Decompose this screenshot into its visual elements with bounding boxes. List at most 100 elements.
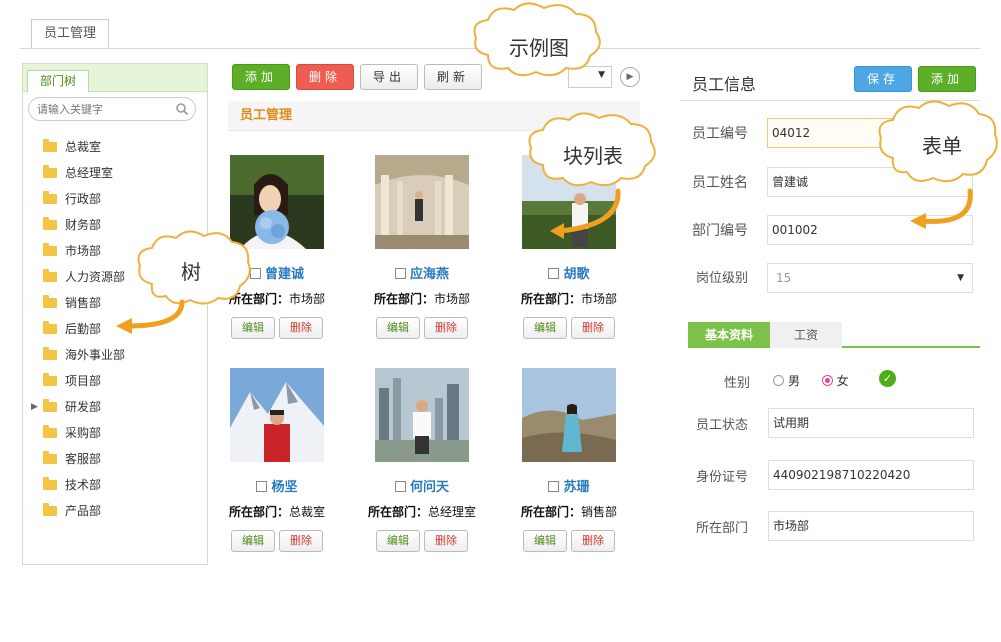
folder-icon: [43, 373, 57, 386]
dept-label: 所在部门：: [520, 505, 581, 519]
search-icon[interactable]: [175, 102, 189, 116]
tree-header: 部门树: [23, 64, 207, 92]
tree-item-dept[interactable]: 产品部: [23, 498, 207, 524]
edit-button[interactable]: 编辑: [376, 530, 420, 552]
employee-card[interactable]: 杨坚 所在部门：总裁室 编辑 删除: [212, 368, 342, 568]
tree-item-dept[interactable]: 行政部: [23, 186, 207, 212]
callout-tree-text: 树: [181, 260, 201, 284]
gender-male-label: 男: [788, 374, 801, 388]
tree-item-dept[interactable]: 采购部: [23, 420, 207, 446]
id-card-field[interactable]: 440902198710220420: [768, 460, 974, 490]
folder-icon: [43, 217, 57, 230]
tree-search-input[interactable]: [28, 97, 196, 121]
folder-icon: [43, 425, 57, 438]
tree-item-label: 项目部: [65, 374, 102, 388]
select-checkbox[interactable]: [256, 481, 268, 492]
tree-item-label: 市场部: [65, 244, 102, 258]
tree-item-dept[interactable]: 总裁室: [23, 134, 207, 160]
folder-icon: [43, 165, 57, 178]
tree-item-dept[interactable]: 技术部: [23, 472, 207, 498]
employee-name[interactable]: 杨坚: [271, 480, 297, 495]
folder-icon: [43, 347, 57, 360]
form-title: 员工信息: [692, 75, 757, 94]
tree-item-label: 财务部: [65, 218, 102, 232]
gender-label: 性别: [724, 376, 751, 391]
gender-male-radio[interactable]: [773, 375, 784, 386]
tree-item-label: 行政部: [65, 192, 102, 206]
gender-radio-group: 男 女: [773, 372, 849, 389]
post-level-select[interactable]: 15 ▼: [767, 263, 973, 293]
tree-item-dept[interactable]: 客服部: [23, 446, 207, 472]
form-add-button[interactable]: 添加: [918, 66, 976, 92]
save-button[interactable]: 保存: [854, 66, 912, 92]
select-checkbox[interactable]: [394, 481, 406, 492]
callout-block-list-text: 块列表: [563, 144, 623, 168]
tree-item-dept[interactable]: 总经理室: [23, 160, 207, 186]
delete-card-button[interactable]: 删除: [279, 530, 323, 552]
tab-department-tree[interactable]: 部门树: [27, 70, 89, 92]
export-button[interactable]: 导出: [360, 64, 418, 90]
tree-item-dept[interactable]: 项目部: [23, 368, 207, 394]
tab-basic-info[interactable]: 基本资料: [688, 322, 770, 348]
select-checkbox[interactable]: [548, 481, 560, 492]
gender-female-radio[interactable]: [821, 375, 833, 386]
post-level-value: 15: [776, 271, 792, 285]
delete-card-button[interactable]: 删除: [571, 530, 615, 552]
employee-name[interactable]: 苏珊: [563, 480, 589, 495]
delete-card-button[interactable]: 删除: [424, 317, 468, 339]
select-checkbox[interactable]: [394, 268, 406, 279]
edit-button[interactable]: 编辑: [523, 530, 567, 552]
employee-photo: [522, 368, 616, 462]
delete-button[interactable]: 删除: [296, 64, 354, 90]
dept-field[interactable]: 市场部: [768, 511, 974, 541]
employee-card[interactable]: 应海燕 所在部门：市场部 编辑 删除: [357, 155, 487, 355]
employee-photo: [375, 368, 469, 462]
delete-card-button[interactable]: 删除: [571, 317, 615, 339]
edit-button[interactable]: 编辑: [231, 317, 275, 339]
tree-item-label: 采购部: [65, 426, 102, 440]
employee-name[interactable]: 胡歌: [563, 267, 589, 282]
tree-item-label: 产品部: [65, 504, 102, 518]
emp-no-label: 员工编号: [692, 126, 748, 142]
callout-arrow-icon: [910, 188, 973, 229]
edit-button[interactable]: 编辑: [523, 317, 567, 339]
tree-item-label: 总经理室: [65, 166, 114, 180]
tree-item-label: 销售部: [65, 296, 102, 310]
employee-dept: 市场部: [581, 292, 618, 306]
select-checkbox[interactable]: [548, 268, 560, 279]
employee-dept: 销售部: [581, 505, 618, 519]
add-button[interactable]: 添加: [232, 64, 290, 90]
employee-card[interactable]: 苏珊 所在部门：销售部 编辑 删除: [504, 368, 634, 568]
folder-icon: [43, 477, 57, 490]
employee-dept: 总裁室: [289, 505, 326, 519]
employee-dept: 市场部: [434, 292, 471, 306]
tree-item-dept[interactable]: ▶ 研发部: [23, 394, 207, 420]
tree-item-label: 总裁室: [65, 140, 102, 154]
employee-name[interactable]: 曾建诚: [265, 267, 304, 282]
delete-card-button[interactable]: 删除: [424, 530, 468, 552]
next-page-button[interactable]: ▶: [620, 67, 640, 87]
dept-label: 所在部门：: [228, 505, 289, 519]
tab-employee-management[interactable]: 员工管理: [31, 19, 109, 49]
expand-arrow-icon[interactable]: ▶: [31, 394, 38, 420]
folder-icon: [43, 269, 57, 282]
tree-item-dept[interactable]: 海外事业部: [23, 342, 207, 368]
tree-item-label: 后勤部: [65, 322, 102, 336]
tree-item-label: 海外事业部: [65, 348, 126, 362]
tab-salary[interactable]: 工资: [770, 322, 842, 348]
edit-button[interactable]: 编辑: [231, 530, 275, 552]
folder-icon: [43, 243, 57, 256]
delete-card-button[interactable]: 删除: [279, 317, 323, 339]
edit-button[interactable]: 编辑: [376, 317, 420, 339]
employee-dept: 市场部: [289, 292, 326, 306]
callout-arrow-icon: [116, 299, 185, 334]
employee-name[interactable]: 何问天: [410, 480, 449, 495]
tree-item-label: 客服部: [65, 452, 102, 466]
employee-name[interactable]: 应海燕: [410, 267, 449, 282]
employee-card[interactable]: 何问天 所在部门：总经理室 编辑 删除: [357, 368, 487, 568]
folder-icon: [43, 321, 57, 334]
status-label: 员工状态: [696, 418, 749, 433]
callout-example-text: 示例图: [509, 36, 569, 60]
tree-item-label: 技术部: [65, 478, 102, 492]
status-field[interactable]: 试用期: [768, 408, 974, 438]
